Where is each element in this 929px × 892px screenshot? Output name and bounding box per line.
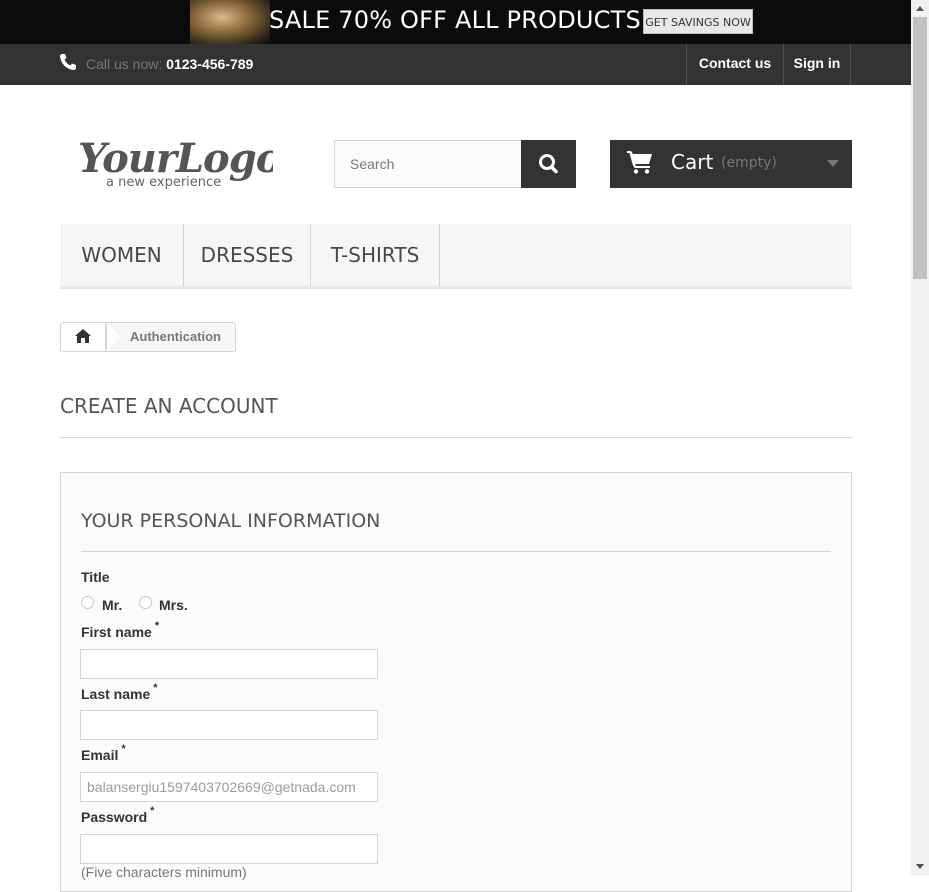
page-title: CREATE AN ACCOUNT <box>60 394 278 418</box>
first-name-label-text: First name <box>81 624 152 640</box>
cart-label: Cart <box>671 150 714 174</box>
last-name-field[interactable] <box>80 710 378 740</box>
svg-text:a new experience: a new experience <box>106 175 221 190</box>
get-savings-button[interactable]: GET SAVINGS NOW <box>643 9 753 34</box>
scrollbar-thumb[interactable] <box>913 17 927 279</box>
password-hint: (Five characters minimum) <box>81 864 247 880</box>
password-label-text: Password <box>81 809 148 825</box>
search-button[interactable] <box>521 140 576 188</box>
main-menu: WOMEN DRESSES T-SHIRTS <box>60 224 852 289</box>
home-icon[interactable] <box>74 328 92 344</box>
email-label-text: Email <box>81 747 119 763</box>
radio-mrs-label[interactable]: Mrs. <box>159 597 188 613</box>
top-nav-bar: Call us now: 0123-456-789 Contact us Sig… <box>0 44 911 85</box>
chevron-down-icon <box>827 160 839 167</box>
section-divider <box>81 551 831 552</box>
first-name-label: First name * <box>81 620 159 640</box>
menu-item-women[interactable]: WOMEN <box>60 224 184 286</box>
cart-status: (empty) <box>721 155 777 171</box>
sign-in-link[interactable]: Sign in <box>783 44 851 85</box>
radio-mrs[interactable] <box>139 596 152 609</box>
site-logo[interactable]: YourLogo a new experience <box>78 132 273 190</box>
scroll-down-arrow-icon[interactable] <box>916 864 924 869</box>
account-form-box <box>60 472 852 892</box>
required-mark: * <box>150 805 155 817</box>
menu-item-tshirts[interactable]: T-SHIRTS <box>311 224 440 286</box>
scroll-up-arrow-icon[interactable] <box>916 6 924 11</box>
search-input[interactable] <box>335 141 520 187</box>
last-name-label: Last name * <box>81 682 158 702</box>
section-title: YOUR PERSONAL INFORMATION <box>81 510 381 532</box>
contact-us-link[interactable]: Contact us <box>686 44 783 85</box>
last-name-label-text: Last name <box>81 686 151 702</box>
first-name-field[interactable] <box>80 649 378 679</box>
page-scrollbar[interactable] <box>911 0 929 876</box>
breadcrumb: Authentication <box>60 322 236 352</box>
radio-mr-label[interactable]: Mr. <box>102 597 122 613</box>
banner-model-image <box>190 0 270 44</box>
search-icon <box>539 154 558 174</box>
call-us-label: Call us now: <box>86 56 167 72</box>
call-us-text: Call us now: 0123-456-789 <box>86 56 253 72</box>
required-mark: * <box>154 620 160 632</box>
phone-icon <box>60 54 76 70</box>
email-label: Email * <box>81 743 126 763</box>
radio-mr[interactable] <box>81 596 94 609</box>
breadcrumb-separator <box>107 323 120 351</box>
banner-headline: SALE 70% OFF ALL PRODUCTS <box>269 6 641 34</box>
email-field[interactable] <box>80 772 378 802</box>
heading-divider <box>60 437 852 438</box>
search-box <box>334 140 522 188</box>
required-mark: * <box>153 682 158 694</box>
cart-icon <box>627 151 652 174</box>
breadcrumb-current: Authentication <box>130 329 221 344</box>
password-label: Password * <box>81 805 154 825</box>
promo-banner[interactable]: SALE 70% OFF ALL PRODUCTS GET SAVINGS NO… <box>0 0 911 44</box>
phone-number: 0123-456-789 <box>166 56 254 72</box>
menu-item-dresses[interactable]: DRESSES <box>184 224 311 286</box>
cart-button[interactable]: Cart (empty) <box>610 140 852 188</box>
password-field[interactable] <box>80 834 378 864</box>
required-mark: * <box>121 743 126 755</box>
title-label: Title <box>81 569 110 585</box>
